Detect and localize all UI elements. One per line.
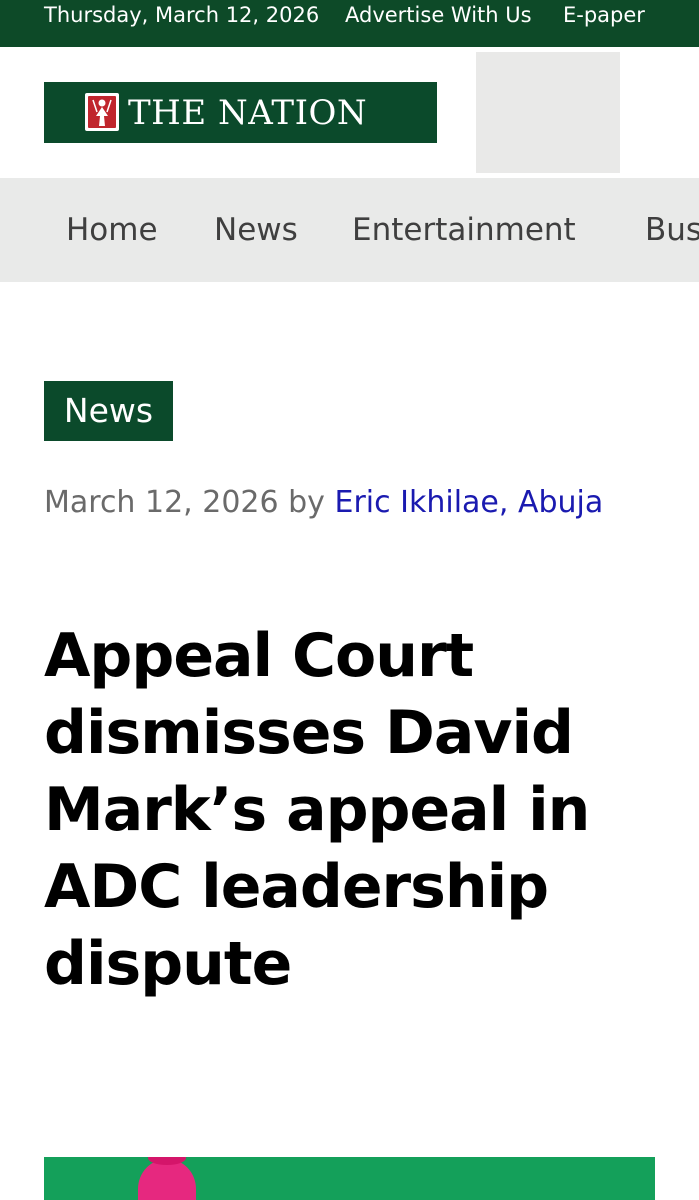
article-meta: March 12, 2026 by Eric Ikhilae, Abuja — [44, 476, 664, 529]
hero-figure — [138, 1159, 196, 1200]
nav-item-entertainment[interactable]: Entertainment — [352, 208, 576, 252]
current-date: Thursday, March 12, 2026 — [44, 3, 320, 27]
article-hero-image — [44, 1157, 655, 1200]
advertise-link[interactable]: Advertise With Us — [345, 0, 532, 30]
nav-item-business[interactable]: Bus — [645, 208, 699, 252]
nation-emblem-icon — [85, 93, 119, 131]
author-link[interactable]: Eric Ikhilae, Abuja — [334, 485, 603, 520]
article-headline: Appeal Court dismisses David Mark’s appe… — [44, 621, 590, 999]
nav-item-home[interactable]: Home — [66, 208, 158, 252]
logo-text: THE NATION — [128, 93, 368, 133]
category-badge[interactable]: News — [44, 381, 173, 441]
site-logo[interactable]: THE NATION — [44, 82, 437, 143]
top-bar: Thursday, March 12, 2026 Advertise With … — [0, 0, 699, 47]
publish-date: March 12, 2026 — [44, 485, 279, 520]
advertisement-placeholder[interactable] — [476, 52, 620, 173]
byline-prefix: by — [288, 485, 325, 520]
site-header: THE NATION — [0, 47, 699, 178]
epaper-link[interactable]: E-paper — [563, 0, 645, 30]
main-navigation: Home News Entertainment Bus — [0, 178, 699, 282]
nav-item-news[interactable]: News — [214, 208, 298, 252]
